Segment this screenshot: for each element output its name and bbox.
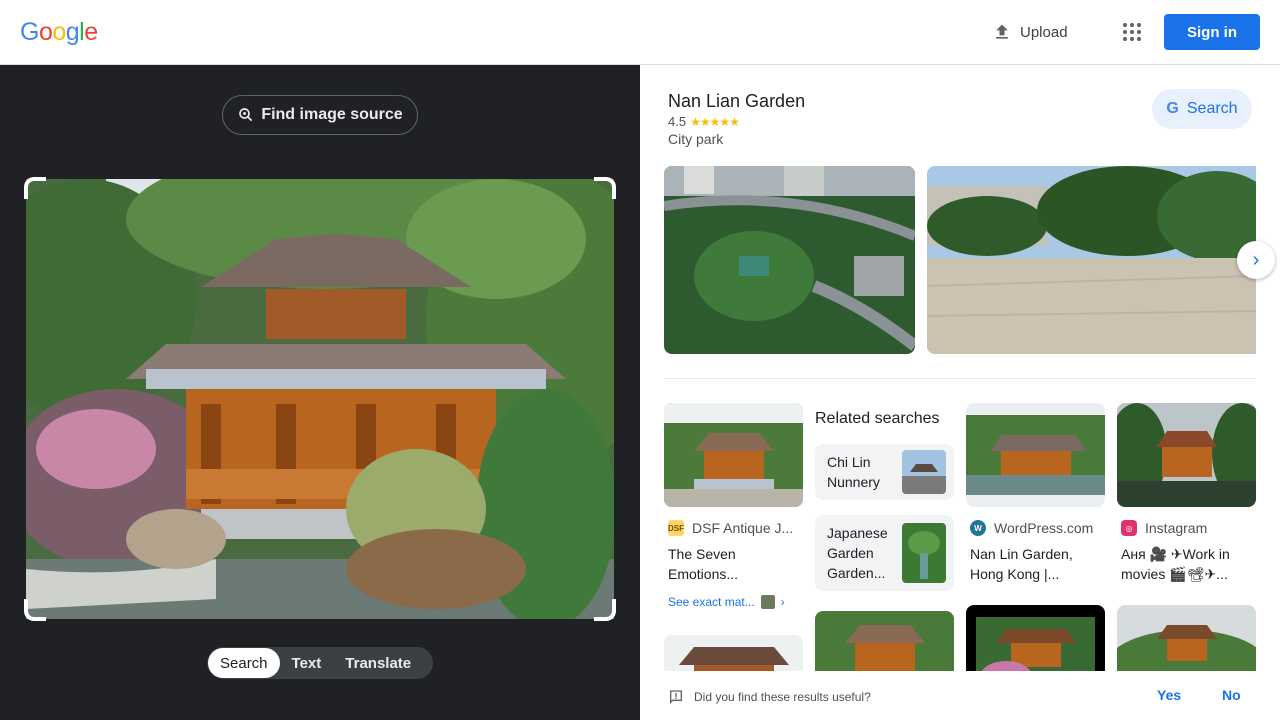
feedback-icon [670, 690, 682, 704]
result-title[interactable]: Nan Lin Garden, Hong Kong |... [970, 544, 1108, 584]
find-image-source-button[interactable]: Find image source [222, 95, 418, 135]
rating-value: 4.5 [668, 114, 687, 129]
google-g-icon: G [1166, 100, 1179, 117]
courtyard-photo [927, 166, 1256, 354]
carousel-next-button[interactable]: › [1237, 241, 1275, 279]
crop-handle-top-right[interactable] [594, 177, 616, 199]
google-logo[interactable]: Google [20, 18, 98, 47]
place-image-courtyard[interactable] [927, 166, 1256, 354]
feedback-question-text: Did you find these results useful? [694, 690, 871, 704]
instagram-icon: ◎ [1121, 520, 1137, 536]
section-divider [664, 378, 1256, 379]
feedback-question: Did you find these results useful? [668, 689, 871, 705]
result-source[interactable]: DSF DSF Antique J... [668, 520, 793, 536]
feedback-no-button[interactable]: No [1222, 687, 1241, 703]
mode-tabs: Search Text Translate [207, 647, 433, 679]
logo-letter: G [20, 18, 39, 46]
pavilion-photo [26, 179, 614, 619]
place-type: City park [668, 131, 724, 147]
related-search-thumb [902, 523, 946, 583]
query-image[interactable] [26, 179, 614, 619]
sign-in-button[interactable]: Sign in [1164, 14, 1260, 50]
result-source[interactable]: ◎ Instagram [1121, 520, 1207, 536]
result-title[interactable]: The Seven Emotions... [668, 544, 806, 584]
see-exact-matches-link[interactable]: See exact mat... › [668, 595, 785, 609]
wordpress-icon: W [970, 520, 986, 536]
google-search-button[interactable]: G Search [1152, 89, 1252, 129]
chevron-right-icon: › [780, 595, 785, 609]
result-thumbnail[interactable] [1117, 403, 1256, 507]
result-source-name: WordPress.com [994, 520, 1094, 536]
find-image-source-label: Find image source [261, 106, 403, 123]
place-image-aerial[interactable] [664, 166, 915, 354]
exact-match-thumb [760, 595, 775, 609]
tab-translate[interactable]: Translate [333, 648, 423, 678]
chevron-right-icon: › [1252, 248, 1260, 271]
feedback-bar: Did you find these results useful? Yes N… [640, 671, 1280, 720]
result-source-name: DSF Antique J... [692, 520, 794, 536]
crop-handle-bottom-left[interactable] [24, 599, 46, 621]
related-search-label: Japanese Garden Garden... [827, 525, 888, 581]
result-source[interactable]: W WordPress.com [970, 520, 1093, 536]
related-search-label: Chi Lin Nunnery [827, 454, 880, 490]
result-photo-1 [664, 403, 803, 507]
result-source-name: Instagram [1145, 520, 1208, 536]
rating-stars: ★★★★★ [690, 114, 740, 129]
tab-text[interactable]: Text [280, 648, 334, 678]
logo-letter: o [38, 18, 53, 46]
related-searches-title: Related searches [815, 410, 940, 427]
result-thumbnail[interactable] [966, 403, 1105, 507]
result-title[interactable]: Аня 🎥 ✈Work in movies 🎬📽✈... [1121, 544, 1259, 584]
upload-icon [996, 24, 1008, 39]
result-photo-2 [966, 403, 1105, 507]
upload-button[interactable]: Upload [992, 20, 1068, 44]
lens-search-icon [239, 108, 253, 122]
aerial-photo [664, 166, 915, 354]
result-thumbnail[interactable] [664, 403, 803, 507]
upload-label: Upload [1020, 23, 1068, 41]
result-photo-3 [1117, 403, 1256, 507]
dsf-site-icon: DSF [668, 520, 684, 536]
crop-handle-top-left[interactable] [24, 177, 46, 199]
apps-grid-icon[interactable] [1120, 20, 1144, 44]
top-bar: Google Upload Sign in [0, 0, 1280, 65]
related-search-chi-lin[interactable]: Chi Lin Nunnery [815, 444, 954, 500]
google-search-label: Search [1186, 100, 1238, 117]
logo-letter: o [52, 18, 66, 46]
results-panel: Nan Lian Garden 4.5 ★★★★★ City park G Se… [640, 65, 1280, 720]
tab-search[interactable]: Search [208, 648, 280, 678]
feedback-yes-button[interactable]: Yes [1157, 687, 1181, 703]
place-title[interactable]: Nan Lian Garden [668, 91, 805, 112]
related-search-japanese-garden[interactable]: Japanese Garden Garden... [815, 515, 954, 591]
crop-handle-bottom-right[interactable] [594, 599, 616, 621]
logo-letter: g [65, 18, 80, 46]
logo-letter: e [84, 18, 98, 46]
image-panel: Find image source Search Text Translate [0, 65, 640, 720]
place-rating: 4.5 ★★★★★ [668, 114, 740, 129]
related-search-thumb [902, 450, 946, 494]
see-exact-label: See exact mat... [668, 595, 755, 609]
